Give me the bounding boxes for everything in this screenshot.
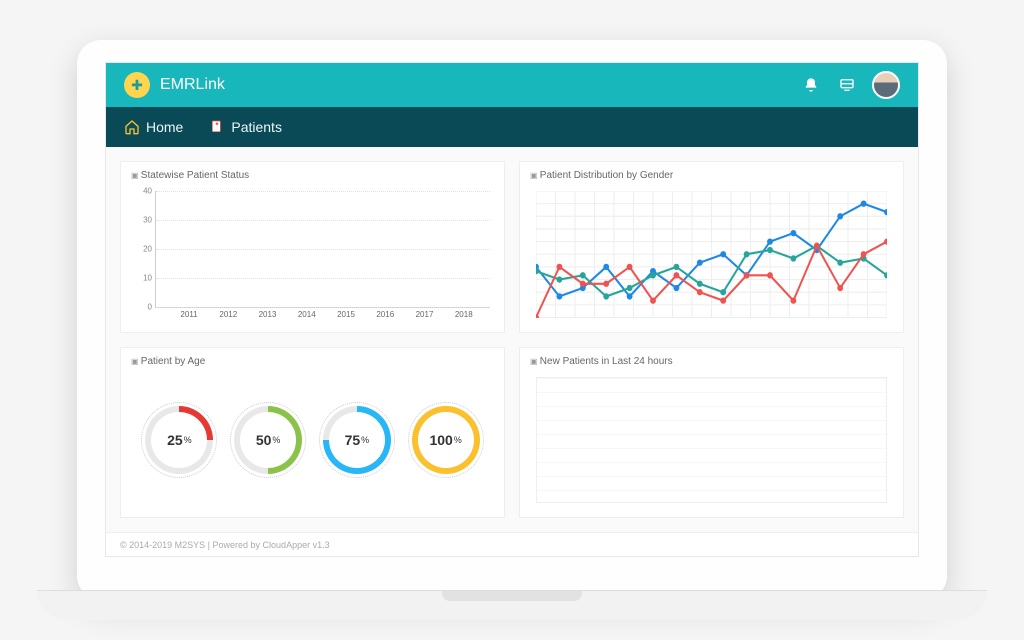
gauge: 25% — [145, 406, 213, 474]
dashboard-content: Statewise Patient Status 010203040201120… — [106, 147, 918, 532]
card-statewise: Statewise Patient Status 010203040201120… — [120, 161, 505, 333]
age-gauges: 25% 50% 75% 100% — [131, 373, 494, 508]
gauge: 75% — [323, 406, 391, 474]
gauge: 100% — [412, 406, 480, 474]
nav-patients-label: Patients — [231, 119, 282, 135]
app-logo-icon: ✚ — [124, 72, 150, 98]
gender-chart — [530, 187, 893, 322]
card-gender-title: Patient Distribution by Gender — [530, 170, 893, 181]
laptop-frame: ✚ EMRLink Home Patients Statewise Patien… — [77, 40, 947, 600]
card-age-title: Patient by Age — [131, 356, 494, 367]
nav-patients[interactable]: Patients — [209, 119, 282, 135]
card-new24-title: New Patients in Last 24 hours — [530, 356, 893, 367]
home-icon — [124, 119, 140, 135]
tray-icon[interactable] — [836, 74, 858, 96]
user-avatar[interactable] — [872, 71, 900, 99]
statewise-chart: 0102030402011201220132014201520162017201… — [131, 187, 494, 322]
patients-icon — [209, 119, 225, 135]
footer-text: © 2014-2019 M2SYS | Powered by CloudAppe… — [120, 540, 330, 550]
laptop-base — [37, 590, 987, 620]
main-nav: Home Patients — [106, 107, 918, 147]
footer: © 2014-2019 M2SYS | Powered by CloudAppe… — [106, 532, 918, 556]
card-age: Patient by Age 25% 50% 75% 100% — [120, 347, 505, 519]
gauge: 50% — [234, 406, 302, 474]
card-new24: New Patients in Last 24 hours — [519, 347, 904, 519]
app-title: EMRLink — [160, 76, 786, 94]
card-gender: Patient Distribution by Gender — [519, 161, 904, 333]
card-statewise-title: Statewise Patient Status — [131, 170, 494, 181]
app-header: ✚ EMRLink — [106, 63, 918, 107]
screen: ✚ EMRLink Home Patients Statewise Patien… — [105, 62, 919, 557]
nav-home-label: Home — [146, 119, 183, 135]
new24-chart — [530, 373, 893, 508]
bell-icon[interactable] — [800, 74, 822, 96]
nav-home[interactable]: Home — [124, 119, 183, 135]
